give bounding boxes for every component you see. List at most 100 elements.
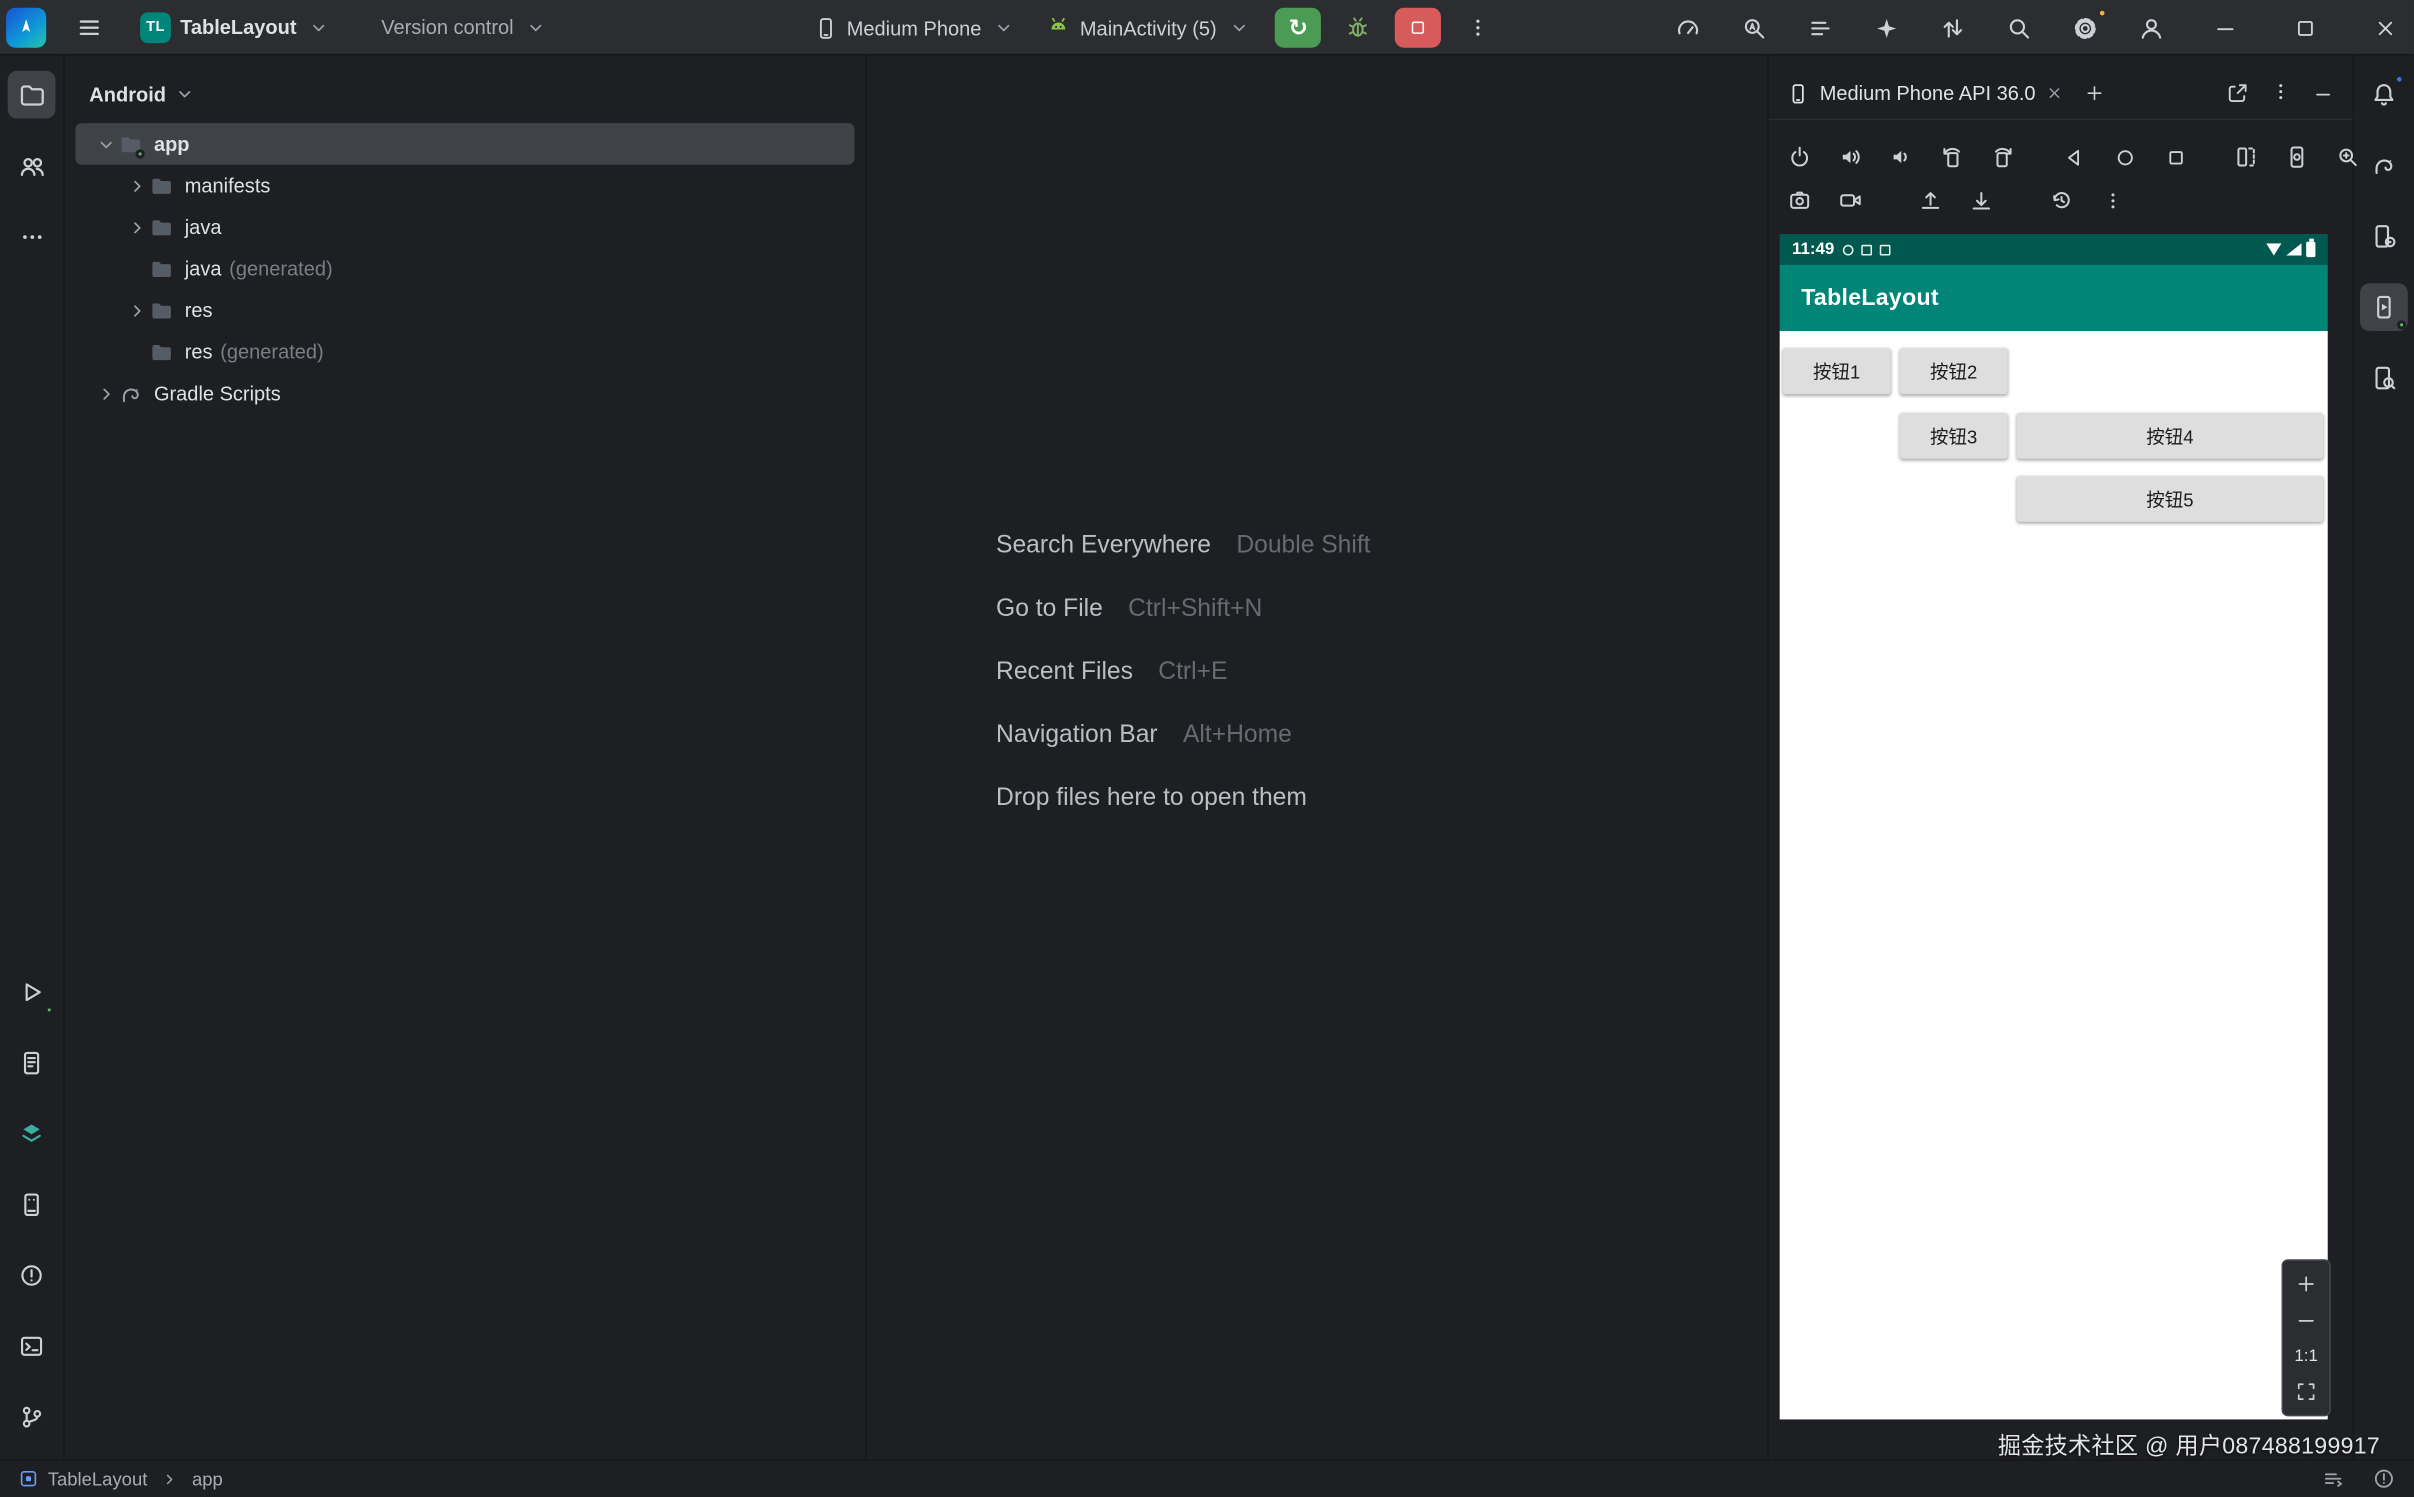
minimize-icon[interactable] [2203,6,2246,49]
zoom-reset-button[interactable]: 1:1 [2294,1347,2318,1365]
folder-icon [149,298,180,323]
android-studio-window: TL TableLayout Version control Medium Ph… [0,0,2414,1497]
problems-icon[interactable] [8,1252,56,1300]
search-icon[interactable] [1997,6,2040,49]
chevron-down-icon[interactable] [92,132,118,157]
android-button-3[interactable]: 按钮3 [1899,412,2008,459]
add-device-tab-icon[interactable] [2085,83,2105,103]
project-selector[interactable]: TL TableLayout [132,5,339,48]
emulator-screen[interactable]: 11:49 TableLayout 按钮1 按钮2 按钮3 按钮4 按钮5 [1779,234,2328,1420]
settings-icon[interactable] [2063,6,2108,49]
nav-overview-icon[interactable] [2160,142,2191,173]
volume-down-icon[interactable] [1886,142,1917,173]
close-tab-icon[interactable] [2046,85,2063,102]
watermark: 掘金技术社区 @ 用户087488199917 [1997,1433,2381,1460]
tree-item-app[interactable]: app [75,123,855,165]
build-variants-icon[interactable] [8,1110,56,1158]
power-icon[interactable] [1784,142,1815,173]
breadcrumb-project[interactable]: TableLayout [48,1468,148,1490]
code-inspect-icon[interactable] [1732,6,1775,49]
close-icon[interactable] [2363,6,2406,49]
project-panel: Android app manifests java java (generat… [64,55,867,1460]
nav-back-icon[interactable] [2058,142,2089,173]
version-control-menu[interactable]: Version control [373,5,556,48]
device-manager-icon[interactable] [2360,212,2408,260]
profiler-icon[interactable] [1666,6,1709,49]
project-tool-icon[interactable] [7,70,56,119]
android-studio-logo-icon[interactable] [6,6,47,47]
more-tool-windows-icon[interactable] [8,212,56,260]
zoom-in-icon[interactable] [2295,1273,2317,1295]
chevron-right-icon[interactable] [123,173,149,198]
rerun-button[interactable]: ↻ [1275,7,1322,48]
debug-button[interactable] [1337,6,1380,49]
device-explorer-icon[interactable] [8,1181,56,1229]
zoom-mode-icon[interactable] [2332,142,2363,173]
panel-options-icon[interactable] [2271,81,2291,106]
maximize-icon[interactable] [2283,6,2326,49]
version-control-icon[interactable] [8,1393,56,1441]
rotate-left-icon[interactable] [1937,142,1968,173]
open-in-window-icon[interactable] [2226,82,2249,105]
gradle-tool-icon[interactable] [2360,142,2408,190]
chevron-right-icon[interactable] [123,298,149,323]
breadcrumb-module[interactable]: app [192,1468,223,1490]
android-button-2[interactable]: 按钮2 [1899,347,2008,395]
running-devices-icon[interactable] [2360,283,2408,331]
tree-item-java-generated[interactable]: java (generated) [75,248,854,290]
upload-icon[interactable] [1915,185,1946,216]
account-icon[interactable] [2129,6,2172,49]
chevron-right-icon[interactable] [92,381,118,406]
ai-assistant-icon[interactable] [1864,6,1907,49]
project-view-selector[interactable]: Android [65,71,866,117]
download-icon[interactable] [1966,185,1997,216]
main-menu-icon[interactable] [68,5,111,48]
shortcut-action: Go to File [996,595,1103,622]
module-folder-icon [119,132,150,158]
status-widgets-icon[interactable] [2322,1467,2345,1490]
version-control-label: Version control [381,15,514,39]
tree-item-java[interactable]: java [75,206,854,248]
screenshot-icon[interactable] [1784,185,1815,216]
zoom-out-icon[interactable] [2295,1310,2317,1332]
emulator-more-icon[interactable] [2097,185,2128,216]
nav-home-icon[interactable] [2109,142,2140,173]
tree-item-res[interactable]: res [75,289,854,331]
android-button-1[interactable]: 按钮1 [1782,347,1891,395]
tree-item-manifests[interactable]: manifests [75,165,854,207]
device-tab[interactable]: Medium Phone API 36.0 [1781,82,2069,105]
notifications-bell-icon[interactable] [2360,71,2408,119]
run-tool-icon[interactable] [8,968,56,1016]
more-actions-button[interactable] [1457,6,1500,49]
run-configuration-selector[interactable]: MainActivity (5) [1040,6,1260,49]
zoom-fit-icon[interactable] [2295,1381,2317,1403]
terminal-icon[interactable] [8,1322,56,1370]
hide-panel-icon[interactable] [2312,82,2334,104]
tree-item-suffix: (generated) [220,340,324,364]
status-time: 11:49 [1791,240,1835,259]
android-button-4[interactable]: 按钮4 [2016,412,2324,459]
collaboration-icon[interactable] [8,142,56,190]
chevron-right-icon[interactable] [123,215,149,240]
fold-device-icon[interactable] [2231,142,2262,173]
volume-up-icon[interactable] [1835,142,1866,173]
tree-item-res-generated[interactable]: res (generated) [75,331,854,373]
snapshot-restore-icon[interactable] [2046,185,2077,216]
todo-list-icon[interactable] [1798,6,1841,49]
screen-record-icon[interactable] [1835,185,1866,216]
android-button-5[interactable]: 按钮5 [2016,475,2324,522]
device-selector[interactable]: Medium Phone [807,6,1025,49]
gradle-icon [119,381,150,406]
stop-button[interactable] [1395,7,1442,48]
device-settings-icon[interactable] [2282,142,2313,173]
wifi-icon [2266,243,2282,256]
shortcut-action: Recent Files [996,658,1133,686]
device-tab-title: Medium Phone API 36.0 [1819,81,2036,105]
app-inspection-icon[interactable] [2360,354,2408,402]
logcat-icon[interactable] [8,1039,56,1087]
rotate-right-icon[interactable] [1987,142,2018,173]
problem-indicator-icon[interactable] [2372,1467,2395,1490]
shortcut-row: Go to File Ctrl+Shift+N [996,596,1767,624]
tree-item-gradle-scripts[interactable]: Gradle Scripts [75,373,854,415]
sync-arrows-icon[interactable] [1931,6,1974,49]
